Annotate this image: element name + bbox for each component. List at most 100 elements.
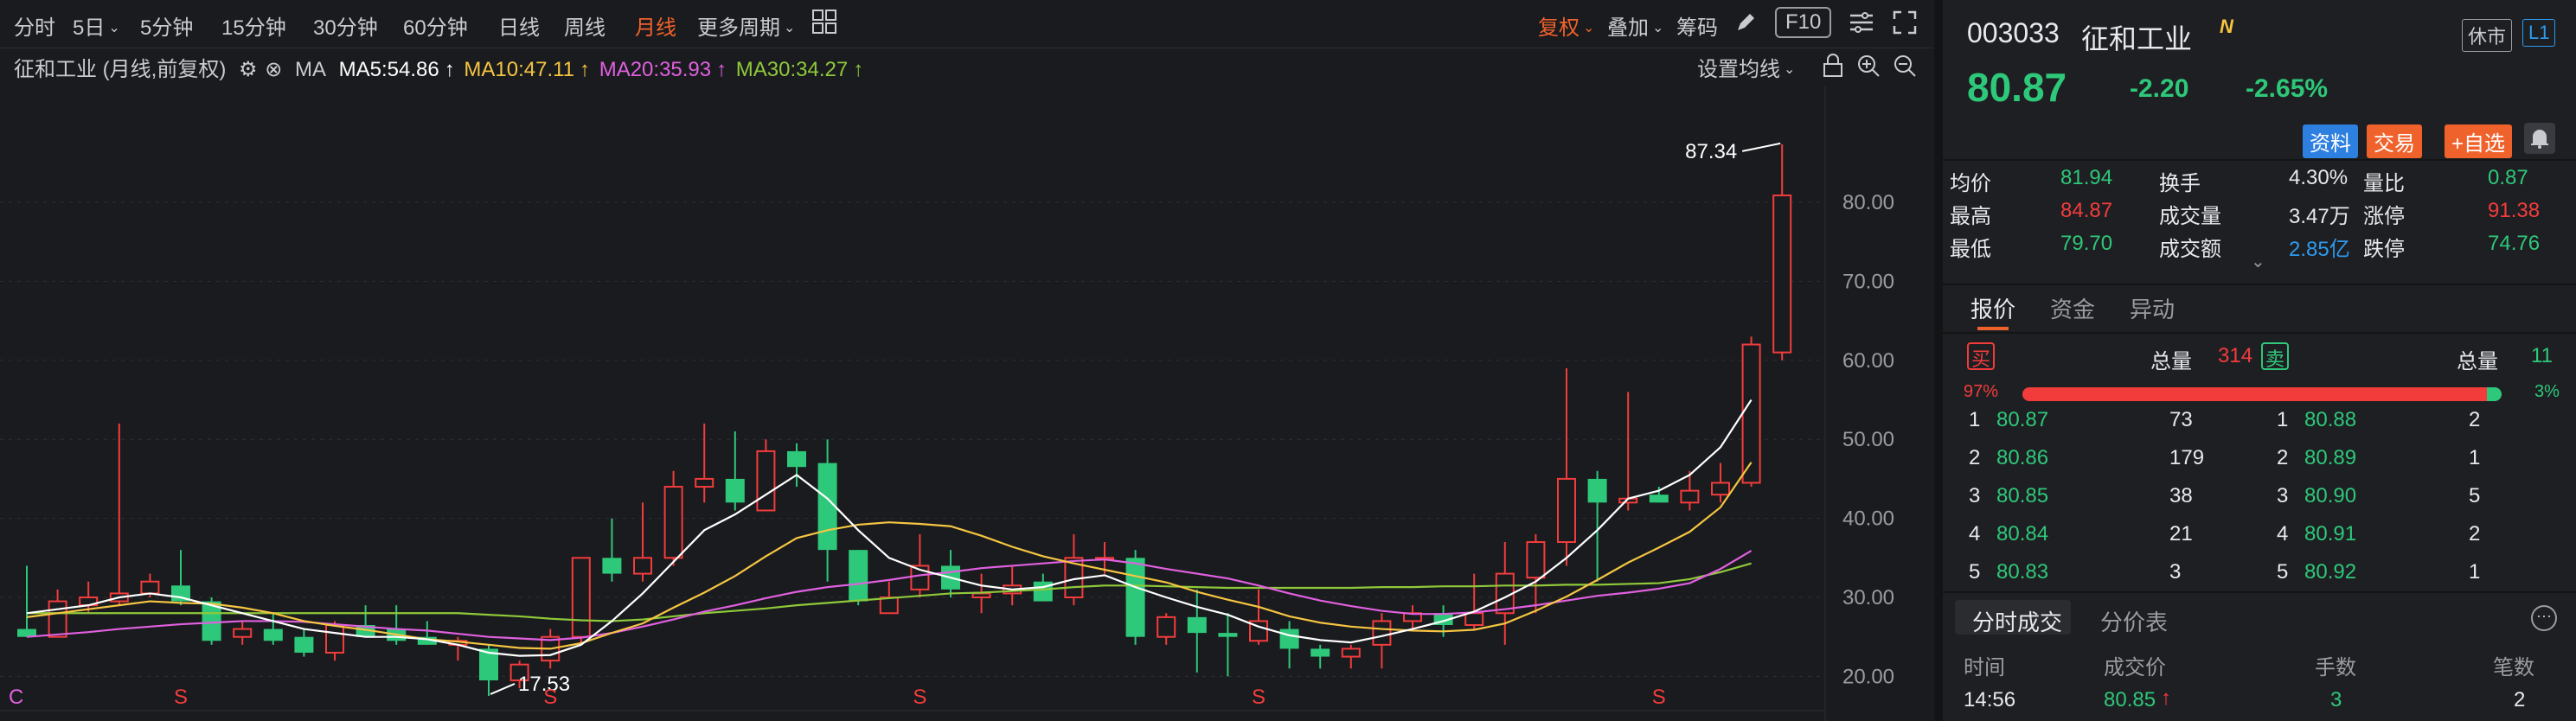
tab-intraday[interactable]: 分时 — [14, 10, 55, 41]
candle-body — [1587, 478, 1607, 503]
panel-divider[interactable] — [1934, 0, 1943, 721]
expand-chevron-icon[interactable]: ⌄ — [2251, 251, 2265, 282]
tab-more-periods[interactable]: 更多周期 ⌄ — [697, 10, 795, 41]
lock-icon[interactable] — [1822, 54, 1844, 84]
price-change-pct: -2.65% — [2246, 74, 2329, 103]
stat-value: 74.76 — [2488, 232, 2541, 255]
event-marker: S — [1252, 686, 1266, 709]
y-tick-label: 20.00 — [1842, 665, 1894, 688]
fullscreen-icon[interactable] — [1891, 9, 1919, 42]
buy-price: 80.87 — [1996, 408, 2049, 431]
info-button[interactable]: 资料 — [2303, 124, 2358, 158]
zoom-in-icon[interactable] — [1856, 54, 1881, 84]
buy-level: 2 — [1969, 446, 1981, 469]
sell-volume: 1 — [2469, 560, 2481, 584]
fuquan-dropdown[interactable]: 复权 ⌄ — [1538, 10, 1594, 41]
buy-price: 80.86 — [1996, 446, 2049, 469]
f10-button[interactable]: F10 — [1775, 7, 1832, 38]
tab-5day-label: 5日 — [73, 16, 106, 40]
zoom-out-icon[interactable] — [1893, 54, 1917, 84]
trade-button[interactable]: 交易 — [2367, 124, 2422, 158]
divider — [1943, 332, 2576, 334]
pen-icon[interactable] — [1733, 10, 1758, 41]
candle-body — [1680, 489, 1700, 504]
settings-sliders-icon[interactable] — [1848, 9, 1875, 42]
stat-value: 0.87 — [2488, 166, 2528, 189]
stat-value: 84.87 — [2060, 199, 2113, 222]
candle-body — [1310, 648, 1330, 657]
sell-price: 80.91 — [2304, 522, 2357, 546]
tab-price-table[interactable]: 分价表 — [2100, 605, 2168, 637]
buy-level: 3 — [1969, 484, 1981, 507]
sell-volume: 5 — [2469, 484, 2481, 507]
bell-icon[interactable] — [2524, 123, 2555, 154]
col-price: 成交价 — [2104, 656, 2166, 680]
chips-button[interactable]: 筹码 — [1676, 10, 1718, 41]
close-icon[interactable]: ⊗ — [265, 58, 282, 81]
buy-volume: 38 — [2169, 484, 2193, 507]
candle-body — [602, 558, 622, 574]
tab-monthly[interactable]: 月线 — [635, 10, 676, 41]
candlestick-chart[interactable]: 80.00 70.00 60.00 50.00 40.00 30.00 20.00 87.34… — [0, 86, 1934, 721]
buy-total-value: 314 — [2218, 344, 2253, 367]
candle-body — [663, 486, 683, 559]
candle-body — [787, 450, 806, 468]
chevron-down-icon: ⌄ — [784, 21, 796, 35]
trade-count: 2 — [2514, 688, 2526, 711]
tab-weekly[interactable]: 周线 — [564, 10, 606, 41]
sell-volume: 1 — [2469, 446, 2481, 469]
buy-volume: 3 — [2169, 560, 2182, 584]
overlay-dropdown[interactable]: 叠加 ⌄ — [1607, 10, 1663, 41]
y-tick-label: 80.00 — [1842, 191, 1894, 214]
buy-sell-ratio-bar — [2022, 387, 2502, 401]
ma5-line — [26, 399, 1753, 657]
sell-volume: 2 — [2469, 408, 2481, 431]
chevron-down-icon: ⌄ — [1583, 21, 1595, 35]
tab-daily[interactable]: 日线 — [498, 10, 540, 41]
col-time: 时间 — [1964, 656, 2005, 680]
stock-name: 征和工业 — [2081, 23, 2193, 54]
set-ma-dropdown[interactable]: 设置均线 ⌄ — [1697, 52, 1795, 82]
grid-layout-icon[interactable] — [811, 9, 837, 41]
trade-lots: 3 — [2330, 688, 2342, 711]
event-marker: S — [543, 686, 557, 709]
ma10-value: MA10:47.11 — [464, 58, 575, 81]
col-count: 笔数 — [2493, 656, 2534, 680]
sell-total-label: 总量 — [2457, 350, 2498, 373]
more-options-icon[interactable]: ··· — [2531, 605, 2557, 631]
tab-15min[interactable]: 15分钟 — [221, 10, 286, 41]
candle-body — [1557, 477, 1576, 544]
level-badge[interactable]: L1 — [2522, 19, 2556, 47]
trade-price: 80.85 — [2104, 688, 2156, 711]
tab-tick-trades[interactable]: 分时成交 — [1972, 605, 2062, 637]
buy-volume: 179 — [2169, 446, 2205, 469]
y-tick-label: 70.00 — [1842, 270, 1894, 293]
tab-alerts[interactable]: 异动 — [2130, 292, 2175, 324]
tab-60min[interactable]: 60分钟 — [403, 10, 468, 41]
chart-title: 征和工业 (月线,前复权) — [14, 58, 227, 81]
set-ma-label: 设置均线 — [1697, 58, 1780, 81]
ma-label: MA — [294, 58, 326, 81]
trade-time: 14:56 — [1964, 688, 2016, 711]
chevron-down-icon: ⌄ — [1652, 21, 1664, 35]
tab-5day[interactable]: 5日 ⌄ — [73, 10, 120, 41]
buy-total-label: 总量 — [2150, 350, 2192, 373]
gear-icon[interactable]: ⚙ — [239, 58, 258, 81]
tab-5min[interactable]: 5分钟 — [140, 10, 193, 41]
stat-value: 4.30% — [2289, 166, 2349, 189]
stat-label: 跌停 — [2363, 238, 2405, 261]
tab-funds[interactable]: 资金 — [2050, 292, 2095, 324]
col-lots: 手数 — [2315, 656, 2356, 680]
add-watchlist-button[interactable]: +自选 — [2445, 124, 2513, 158]
tab-30min[interactable]: 30分钟 — [313, 10, 378, 41]
divider — [1943, 159, 2576, 161]
divider — [1943, 284, 2576, 285]
sell-ratio-fill — [2487, 387, 2502, 401]
more-periods-label: 更多周期 — [697, 16, 780, 40]
stock-code: 003033 — [1967, 17, 2060, 48]
stat-label: 均价 — [1950, 172, 1991, 195]
stat-label: 量比 — [2363, 172, 2405, 195]
buy-ratio-fill — [2022, 387, 2488, 401]
ma30-value: MA30:34.27 — [735, 58, 849, 81]
tab-quote[interactable]: 报价 — [1970, 292, 2015, 324]
